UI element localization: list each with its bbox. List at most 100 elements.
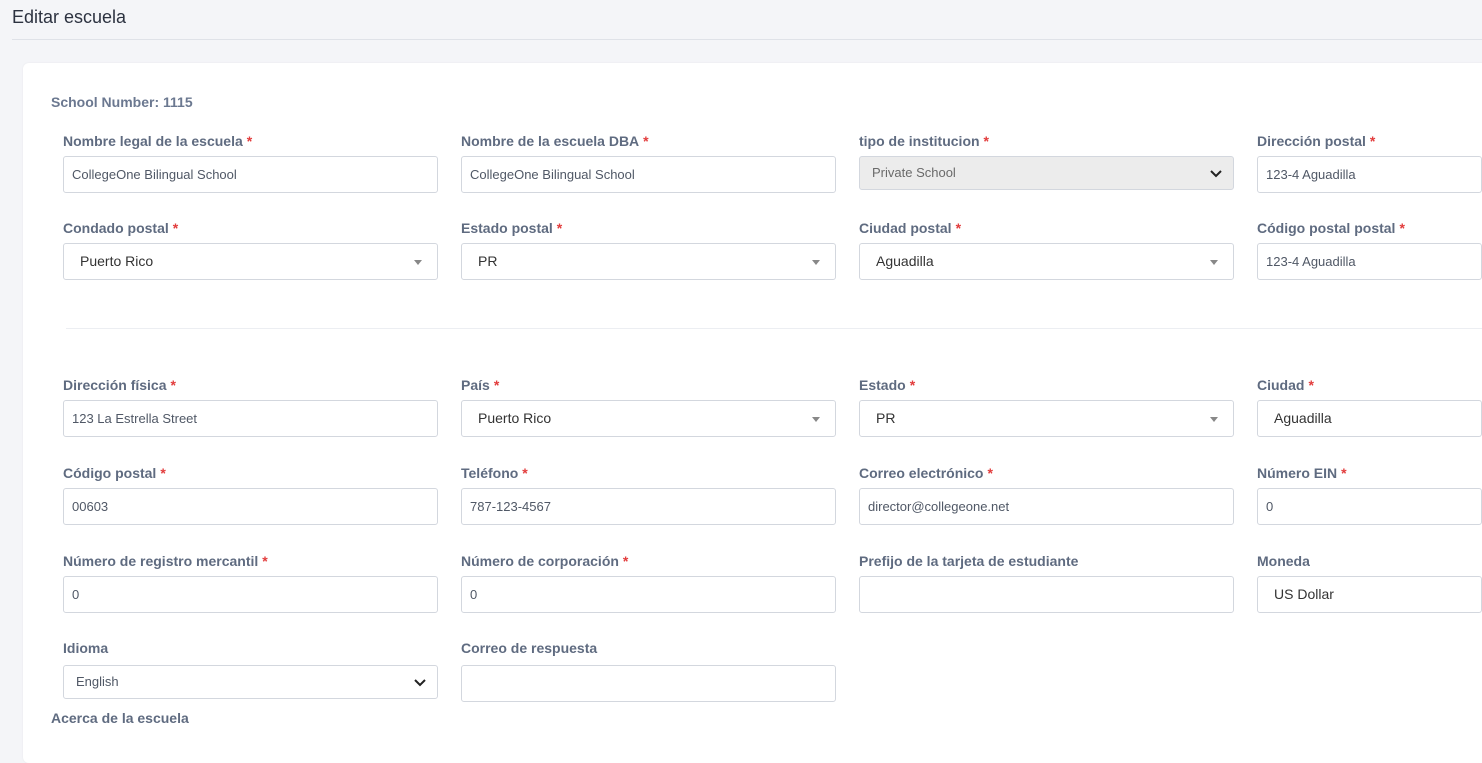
required-mark: * [160,465,166,481]
required-mark: * [170,377,176,393]
physical-address-field: Dirección física * 123 La Estrella Street [63,375,438,437]
chevron-down-icon [1210,170,1222,178]
country-label: País [461,377,490,393]
ein-label: Número EIN [1257,465,1338,481]
page-title: Editar escuela [12,7,127,27]
ein-input[interactable]: 0 [1257,488,1482,525]
required-mark: * [246,133,253,149]
merchant-registry-field: Número de registro mercantil * 0 [63,551,438,613]
city-select[interactable]: Aguadilla [1257,400,1482,437]
required-mark: * [987,465,993,481]
required-mark: * [172,220,179,236]
postal-zip-field: Código postal postal * 123-4 Aguadilla [1257,218,1482,280]
language-select[interactable]: English [63,665,438,699]
physical-address-input[interactable]: 123 La Estrella Street [63,400,438,437]
reply-email-input[interactable] [461,665,836,702]
postal-zip-input[interactable]: 123-4 Aguadilla [1257,243,1482,280]
postal-county-select[interactable]: Puerto Rico [63,243,438,280]
merchant-registry-input[interactable]: 0 [63,576,438,613]
language-value: English [76,674,119,689]
caret-down-icon [812,260,820,265]
student-card-prefix-field: Prefijo de la tarjeta de estudiante [859,551,1234,613]
postal-city-label: Ciudad postal [859,220,952,236]
ein-field: Número EIN * 0 [1257,463,1482,525]
reply-email-label: Correo de respuesta [461,640,598,656]
city-label: Ciudad [1257,377,1305,393]
required-mark: * [643,133,649,149]
dba-name-input[interactable]: CollegeOne Bilingual School [461,156,836,193]
postal-address-label: Dirección postal [1257,133,1366,149]
required-mark: * [1399,220,1405,236]
page-header: Editar escuela [0,0,1482,40]
required-mark: * [522,465,528,481]
required-mark: * [1369,133,1376,149]
currency-field: Moneda US Dollar [1257,551,1482,613]
country-select[interactable]: Puerto Rico [461,400,836,437]
email-field: Correo electrónico * director@collegeone.… [859,463,1234,525]
corporation-number-field: Número de corporación * 0 [461,551,836,613]
postal-county-value: Puerto Rico [80,253,154,269]
dba-name-field: Nombre de la escuela DBA * CollegeOne Bil… [461,131,836,193]
caret-down-icon [1210,417,1218,422]
state-select[interactable]: PR [859,400,1234,437]
email-input[interactable]: director@collegeone.net [859,488,1234,525]
required-mark: * [1308,377,1314,393]
city-value: Aguadilla [1274,410,1332,426]
physical-address-label: Dirección física [63,377,167,393]
postal-state-field: Estado postal * PR [461,218,836,280]
corporation-number-input[interactable]: 0 [461,576,836,613]
postal-county-field: Condado postal * Puerto Rico [63,218,438,280]
reply-email-field: Correo de respuesta [461,638,836,702]
postal-state-label: Estado postal [461,220,553,236]
caret-down-icon [812,417,820,422]
postal-city-select[interactable]: Aguadilla [859,243,1234,280]
institution-type-label: tipo de institucion [859,133,980,149]
state-value: PR [876,410,896,426]
header-divider [12,39,1482,40]
email-label: Correo electrónico [859,465,984,481]
currency-label: Moneda [1257,553,1310,569]
school-number: School Number: 1115 [51,94,193,110]
postal-county-label: Condado postal [63,220,169,236]
currency-select[interactable]: US Dollar [1257,576,1482,613]
postal-zip-label: Código postal postal [1257,220,1396,236]
postal-state-value: PR [478,253,498,269]
legal-name-label: Nombre legal de la escuela [63,133,243,149]
student-card-prefix-label: Prefijo de la tarjeta de estudiante [859,553,1079,569]
phone-label: Teléfono [461,465,519,481]
state-label: Estado [859,377,906,393]
required-mark: * [983,133,989,149]
legal-name-input[interactable]: CollegeOne Bilingual School [63,156,438,193]
state-field: Estado * PR [859,375,1234,437]
required-mark: * [909,377,916,393]
chevron-down-icon [414,679,426,687]
zip-field: Código postal * 00603 [63,463,438,525]
legal-name-field: Nombre legal de la escuela * CollegeOne B… [63,131,438,193]
required-mark: * [262,553,268,569]
phone-input[interactable]: 787-123-4567 [461,488,836,525]
phone-field: Teléfono * 787-123-4567 [461,463,836,525]
required-mark: * [493,377,500,393]
zip-label: Código postal [63,465,157,481]
caret-down-icon [1210,260,1218,265]
institution-type-select[interactable]: Private School [859,156,1234,190]
dba-name-label: Nombre de la escuela DBA [461,133,640,149]
postal-address-field: Dirección postal * 123-4 Aguadilla [1257,131,1482,193]
required-mark: * [556,220,563,236]
language-label: Idioma [63,640,109,656]
institution-type-value: Private School [872,165,956,180]
corporation-number-label: Número de corporación [461,553,619,569]
postal-state-select[interactable]: PR [461,243,836,280]
merchant-registry-label: Número de registro mercantil [63,553,259,569]
student-card-prefix-input[interactable] [859,576,1234,613]
language-field: Idioma English [63,638,438,699]
currency-value: US Dollar [1274,586,1334,602]
postal-city-field: Ciudad postal * Aguadilla [859,218,1234,280]
institution-type-field: tipo de institucion * Private School [859,131,1234,190]
zip-input[interactable]: 00603 [63,488,438,525]
about-school-label: Acerca de la escuela [51,710,189,726]
required-mark: * [955,220,962,236]
section-divider [66,328,1482,329]
country-field: País * Puerto Rico [461,375,836,437]
postal-address-input[interactable]: 123-4 Aguadilla [1257,156,1482,193]
